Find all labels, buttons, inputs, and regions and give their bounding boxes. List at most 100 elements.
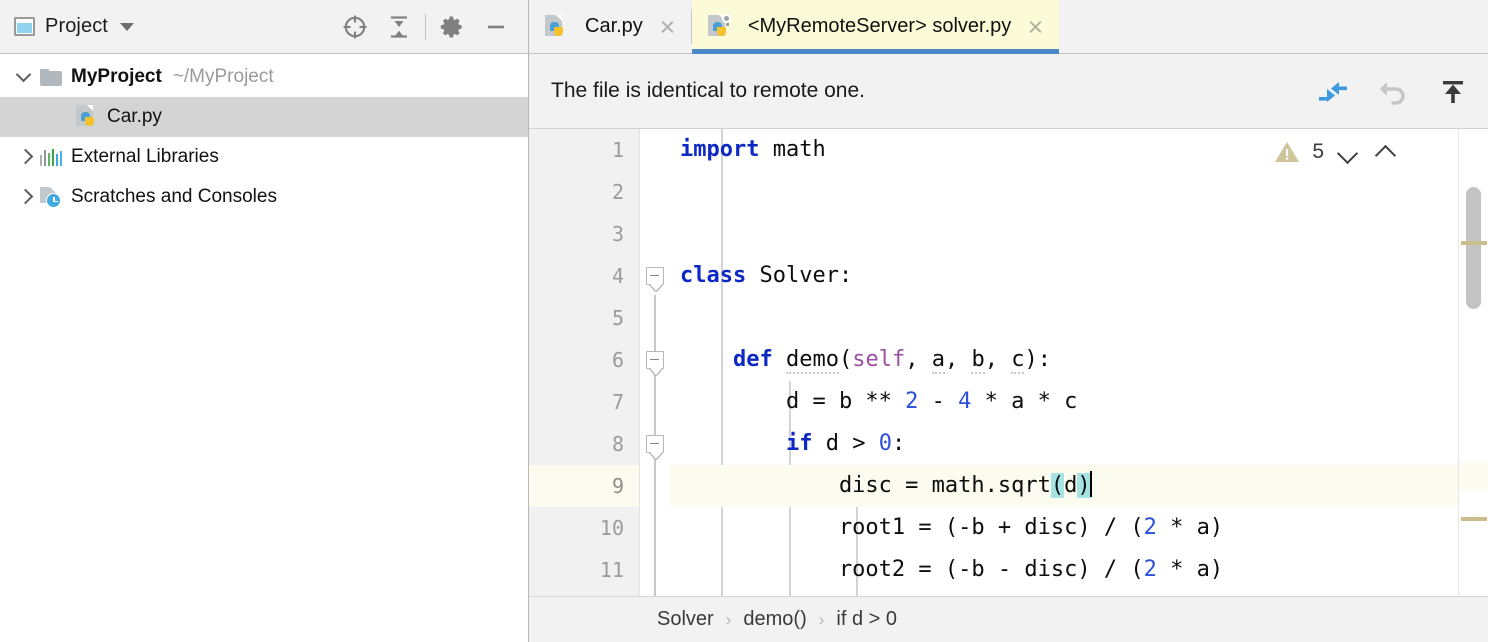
editor-tabbar: Car.py <MyRemoteServer> solver.py [529, 0, 1488, 54]
code-line-8: if d > 0: [670, 423, 1458, 465]
code-line-11: root2 = (-b - disc) / (2 * a) [670, 549, 1458, 591]
tab-car-py[interactable]: Car.py [529, 0, 691, 53]
project-tool-window: Project [0, 0, 529, 642]
code-line-3 [670, 213, 1458, 255]
tree-item-label: Scratches and Consoles [71, 186, 277, 208]
warning-triangle-icon[interactable] [1274, 139, 1300, 165]
revert-button[interactable] [1376, 75, 1410, 109]
toolbar-divider [425, 14, 426, 40]
compare-with-remote-button[interactable] [1316, 75, 1350, 109]
tab-label: Car.py [585, 15, 643, 38]
remote-sync-notification-bar: The file is identical to remote one. [529, 54, 1488, 129]
project-title-group[interactable]: Project [14, 15, 134, 38]
pycharm-window: Project [0, 0, 1488, 642]
chevron-right-icon [18, 190, 32, 204]
settings-button[interactable] [430, 5, 474, 49]
editor-scrollbar[interactable] [1458, 129, 1488, 596]
tree-item-label: MyProject [71, 66, 162, 88]
editor-fold-column[interactable] [640, 129, 670, 596]
line-number: 3 [529, 213, 639, 255]
breadcrumb: Solver › demo() › if d > 0 [529, 596, 1488, 642]
tree-item-label: Car.py [107, 106, 162, 128]
hide-panel-button[interactable] [474, 5, 518, 49]
previous-problem-button[interactable] [1374, 139, 1400, 165]
line-number: 8 [529, 423, 639, 465]
chevron-right-icon: › [819, 610, 825, 630]
gear-icon [438, 13, 466, 41]
tree-item-myproject[interactable]: MyProject ~/MyProject [0, 57, 528, 97]
upload-to-remote-button[interactable] [1436, 75, 1470, 109]
scrollbar-thumb[interactable] [1466, 187, 1481, 309]
fold-toggle-if[interactable] [646, 435, 664, 453]
code-line-2 [670, 171, 1458, 213]
locate-target-button[interactable] [333, 5, 377, 49]
compare-with-remote-icon [1317, 76, 1349, 108]
python-file-icon [76, 105, 98, 129]
chevron-right-icon [18, 150, 32, 164]
tree-item-scratches-and-consoles[interactable]: Scratches and Consoles [0, 177, 528, 217]
project-toolbar-actions [333, 0, 518, 54]
code-line-6: def demo(self, a, b, c): [670, 339, 1458, 381]
line-number: 5 [529, 297, 639, 339]
line-number: 11 [529, 549, 639, 591]
code-line-4: class Solver: [670, 255, 1458, 297]
tree-item-label: External Libraries [71, 146, 219, 168]
text-caret [1090, 471, 1092, 497]
collapse-all-button[interactable] [377, 5, 421, 49]
minimize-icon [482, 13, 510, 41]
code-line-5 [670, 297, 1458, 339]
line-number: 1 [529, 129, 639, 171]
warning-marker[interactable] [1461, 241, 1487, 245]
fold-toggle-def[interactable] [646, 351, 664, 369]
line-number: 7 [529, 381, 639, 423]
upload-to-remote-icon [1437, 76, 1469, 108]
revert-icon [1377, 76, 1409, 108]
notification-actions [1316, 54, 1470, 129]
external-libraries-icon [40, 148, 62, 166]
code-text-area[interactable]: import math class Solver: def demo(self,… [670, 129, 1458, 596]
fold-toggle-tip [650, 452, 662, 459]
tab-label: <MyRemoteServer> solver.py [748, 15, 1011, 38]
close-icon[interactable] [1026, 17, 1045, 36]
code-line-10: root1 = (-b + disc) / (2 * a) [670, 507, 1458, 549]
close-icon[interactable] [658, 17, 677, 36]
fold-toggle-class[interactable] [646, 267, 664, 285]
fold-toggle-tip [650, 368, 662, 375]
line-number: 10 [529, 507, 639, 549]
breadcrumb-item-statement[interactable]: if d > 0 [836, 608, 897, 631]
project-toolbar: Project [0, 0, 528, 54]
tree-item-car-py[interactable]: Car.py [0, 97, 528, 137]
warning-marker[interactable] [1461, 517, 1487, 521]
collapse-all-icon [385, 13, 413, 41]
code-line-7: d = b ** 2 - 4 * a * c [670, 381, 1458, 423]
line-number: 4 [529, 255, 639, 297]
fold-toggle-tip [650, 284, 662, 291]
folder-icon [40, 69, 62, 86]
scratches-consoles-icon [40, 187, 62, 207]
line-number: 2 [529, 171, 639, 213]
project-tree: MyProject ~/MyProject Car.py [0, 54, 528, 642]
tab-remote-solver-py[interactable]: <MyRemoteServer> solver.py [692, 0, 1059, 53]
python-remote-file-icon [708, 15, 730, 39]
chevron-right-icon: › [726, 610, 732, 630]
expand-toggle[interactable] [10, 70, 40, 84]
tree-item-external-libraries[interactable]: External Libraries [0, 137, 528, 177]
breadcrumb-item-method[interactable]: demo() [743, 608, 806, 631]
code-editor[interactable]: 1 2 3 4 5 6 7 8 9 10 11 [529, 129, 1488, 596]
breadcrumb-item-class[interactable]: Solver [657, 608, 714, 631]
inspection-count: 5 [1312, 140, 1324, 164]
current-line-marker [1459, 461, 1488, 491]
python-file-icon [545, 15, 567, 39]
chevron-down-icon[interactable] [120, 23, 134, 31]
editor-area: Car.py <MyRemoteServer> solver.py The fi… [529, 0, 1488, 642]
chevron-down-icon [18, 70, 32, 84]
expand-toggle[interactable] [10, 150, 40, 164]
expand-toggle[interactable] [10, 190, 40, 204]
line-number: 6 [529, 339, 639, 381]
project-window-icon [14, 17, 35, 36]
next-problem-button[interactable] [1336, 139, 1362, 165]
notification-message: The file is identical to remote one. [551, 79, 865, 103]
tree-item-path: ~/MyProject [173, 66, 274, 88]
line-number-current: 9 [529, 465, 639, 507]
editor-gutter[interactable]: 1 2 3 4 5 6 7 8 9 10 11 [529, 129, 640, 596]
